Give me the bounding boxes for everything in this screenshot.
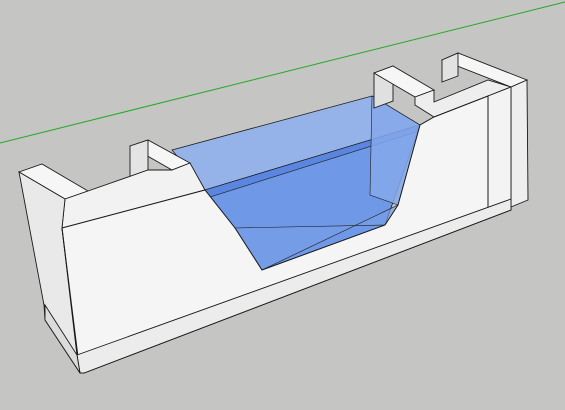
- scene-canvas[interactable]: [0, 0, 565, 410]
- modeling-viewport[interactable]: [0, 0, 565, 410]
- right-block-end-face: [487, 86, 512, 215]
